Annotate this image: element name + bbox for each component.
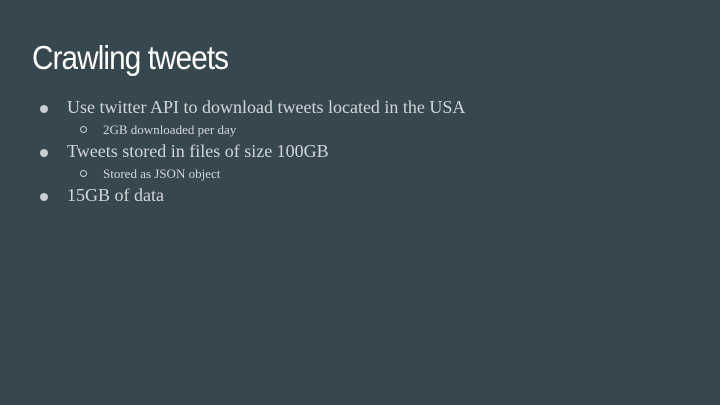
slide-title: Crawling tweets	[32, 39, 229, 76]
slide: Crawling tweets Use twitter API to downl…	[0, 0, 720, 405]
bullet-item: Tweets stored in files of size 100GB	[0, 140, 720, 163]
filled-bullet-icon	[40, 105, 48, 113]
bullet-text: Tweets stored in files of size 100GB	[67, 141, 329, 161]
bullet-list: Use twitter API to download tweets locat…	[0, 96, 720, 207]
sub-bullet-text: Stored as JSON object	[103, 166, 221, 181]
hollow-bullet-icon	[80, 126, 87, 133]
filled-bullet-icon	[40, 193, 48, 201]
bullet-item: Use twitter API to download tweets locat…	[0, 96, 720, 119]
bullet-item: 15GB of data	[0, 184, 720, 207]
bullet-text: Use twitter API to download tweets locat…	[67, 97, 466, 117]
bullet-text: 15GB of data	[67, 185, 164, 205]
sub-bullet-item: 2GB downloaded per day	[0, 119, 720, 140]
hollow-bullet-icon	[80, 170, 87, 177]
sub-bullet-text: 2GB downloaded per day	[103, 122, 237, 137]
sub-bullet-item: Stored as JSON object	[0, 163, 720, 184]
filled-bullet-icon	[40, 149, 48, 157]
